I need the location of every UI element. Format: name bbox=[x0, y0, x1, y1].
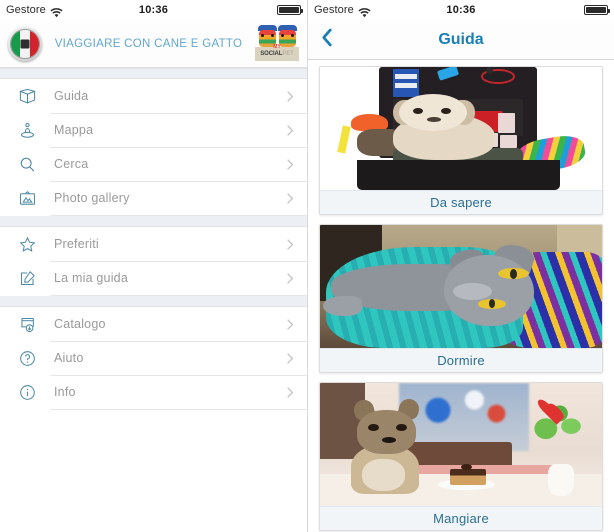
sidebar-item-label: Preferiti bbox=[54, 237, 99, 251]
menu-group-utility: Catalogo Aiuto Info bbox=[0, 307, 307, 410]
menu-group-separator bbox=[0, 296, 307, 307]
chevron-right-icon bbox=[285, 386, 295, 399]
guide-card-caption: Da sapere bbox=[320, 190, 602, 214]
chevron-right-icon bbox=[285, 352, 295, 365]
page-title: Guida bbox=[438, 30, 484, 48]
brand-my-label: MY bbox=[273, 43, 281, 50]
guide-card-da-sapere[interactable]: Da sapere bbox=[319, 66, 603, 215]
chevron-right-icon bbox=[285, 158, 295, 171]
question-circle-icon bbox=[14, 349, 40, 368]
sidebar-item-mappa[interactable]: Mappa bbox=[0, 113, 307, 147]
sidebar-item-info[interactable]: Info bbox=[0, 375, 307, 409]
sidebar-item-label: Aiuto bbox=[54, 351, 84, 365]
info-circle-icon bbox=[14, 383, 40, 402]
battery-full-icon bbox=[277, 5, 303, 15]
photo-frame-icon bbox=[14, 189, 40, 208]
guide-card-caption: Dormire bbox=[320, 348, 602, 372]
chevron-right-icon bbox=[285, 124, 295, 137]
sidebar-item-label: La mia guida bbox=[54, 271, 128, 285]
grey-cat-on-blankets-photo bbox=[320, 225, 602, 348]
chevron-right-icon bbox=[285, 272, 295, 285]
italian-flag-badge-icon[interactable] bbox=[8, 26, 42, 61]
edit-note-icon bbox=[14, 269, 40, 288]
wifi-icon bbox=[50, 5, 63, 18]
guide-card-list[interactable]: Da sapere Dormire Mangiare bbox=[308, 60, 614, 532]
status-bar-left-group: Gestore bbox=[6, 4, 63, 18]
list-bottom-divider bbox=[50, 409, 307, 410]
menu-group-personal: Preferiti La mia guida bbox=[0, 227, 307, 296]
chevron-right-icon bbox=[285, 192, 295, 205]
chevron-left-icon bbox=[320, 27, 333, 53]
page-title: VIAGGIARE CON CANE E GATTO bbox=[54, 37, 243, 50]
map-pin-person-icon bbox=[14, 121, 40, 140]
status-bar-left: Gestore 10:36 bbox=[0, 0, 307, 20]
my-social-pet-logo-icon[interactable]: MY SOCIAL PET bbox=[255, 24, 299, 63]
status-bar-right: Gestore 10:36 bbox=[308, 0, 614, 20]
sidebar-item-label: Info bbox=[54, 385, 76, 399]
sidebar-item-catalogo[interactable]: Catalogo bbox=[0, 307, 307, 341]
sidebar-item-photo-gallery[interactable]: Photo gallery bbox=[0, 181, 307, 215]
sidebar-item-aiuto[interactable]: Aiuto bbox=[0, 341, 307, 375]
sidebar-item-cerca[interactable]: Cerca bbox=[0, 147, 307, 181]
brand-pet-label: PET bbox=[282, 50, 294, 57]
sidebar-item-guida[interactable]: Guida bbox=[0, 79, 307, 113]
sidebar-item-label: Photo gallery bbox=[54, 191, 130, 205]
status-bar-left-group: Gestore bbox=[314, 4, 371, 18]
catalog-download-icon bbox=[14, 315, 40, 334]
chevron-right-icon bbox=[285, 238, 295, 251]
sidebar-item-label: Guida bbox=[54, 89, 89, 103]
carrier-label: Gestore bbox=[314, 4, 354, 16]
wifi-icon bbox=[358, 5, 371, 18]
brand-social-label: SOCIAL bbox=[260, 50, 283, 57]
dual-screenshot-container: Gestore 10:36 VIAGGIARE CON CANE E GATTO… bbox=[0, 0, 614, 532]
status-bar-right-group bbox=[277, 5, 303, 15]
search-icon bbox=[14, 155, 40, 174]
sidebar-item-la-mia-guida[interactable]: La mia guida bbox=[0, 261, 307, 295]
guide-card-dormire[interactable]: Dormire bbox=[319, 224, 603, 373]
guide-card-mangiare[interactable]: Mangiare bbox=[319, 382, 603, 531]
menu-group-primary: Guida Mappa Cerca Photo gallery bbox=[0, 79, 307, 216]
guide-card-caption: Mangiare bbox=[320, 506, 602, 530]
left-phone-screen: Gestore 10:36 VIAGGIARE CON CANE E GATTO… bbox=[0, 0, 307, 532]
menu-group-separator bbox=[0, 216, 307, 227]
star-icon bbox=[14, 235, 40, 254]
sidebar-item-preferiti[interactable]: Preferiti bbox=[0, 227, 307, 261]
book-icon bbox=[14, 87, 40, 106]
chevron-right-icon bbox=[285, 90, 295, 103]
puppy-in-suitcase-photo bbox=[320, 67, 602, 190]
yorkshire-terrier-at-restaurant-photo bbox=[320, 383, 602, 506]
sidebar-item-label: Mappa bbox=[54, 123, 94, 137]
battery-full-icon bbox=[584, 5, 610, 15]
app-header-bar: VIAGGIARE CON CANE E GATTO MY SOCIAL PET bbox=[0, 20, 307, 68]
carrier-label: Gestore bbox=[6, 4, 46, 16]
status-bar-right-group bbox=[584, 5, 610, 15]
sidebar-item-label: Cerca bbox=[54, 157, 89, 171]
right-phone-screen: Gestore 10:36 Guida Da sapere Dormire Ma… bbox=[307, 0, 614, 532]
chevron-right-icon bbox=[285, 318, 295, 331]
menu-list[interactable]: Guida Mappa Cerca Photo gallery Preferit… bbox=[0, 68, 307, 532]
menu-group-separator bbox=[0, 68, 307, 79]
back-button[interactable] bbox=[320, 27, 340, 53]
sidebar-item-label: Catalogo bbox=[54, 317, 106, 331]
guide-nav-bar: Guida bbox=[308, 20, 614, 60]
